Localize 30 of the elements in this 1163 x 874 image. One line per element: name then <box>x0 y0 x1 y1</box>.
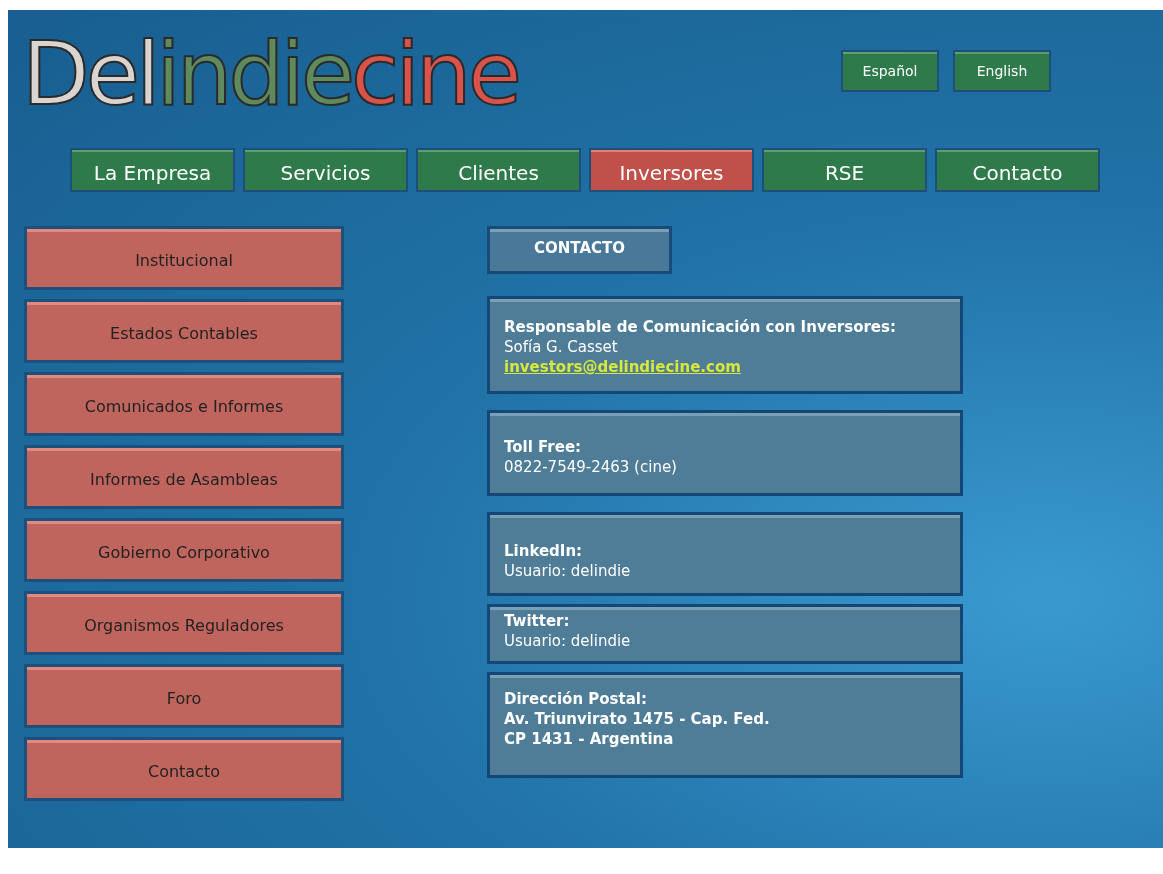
language-button[interactable]: English <box>953 50 1051 92</box>
card-heading: Toll Free: <box>504 437 582 457</box>
sidebar-item[interactable]: Informes de Asambleas <box>24 445 344 509</box>
card-text: Usuario: delindie <box>504 631 631 651</box>
card-text: 0822-7549-2463 (cine) <box>504 457 677 477</box>
nav-tab[interactable]: Contacto <box>935 148 1100 192</box>
card-heading: Twitter: <box>504 611 570 631</box>
sidebar-item[interactable]: Gobierno Corporativo <box>24 518 344 582</box>
card-heading: Av. Triunvirato 1475 - Cap. Fed. <box>504 709 770 729</box>
sidebar-item[interactable]: Contacto <box>24 737 344 801</box>
card-heading: CP 1431 - Argentina <box>504 729 674 749</box>
card-heading: LinkedIn: <box>504 541 583 561</box>
sidebar-item[interactable]: Comunicados e Informes <box>24 372 344 436</box>
section-title: CONTACTO <box>487 226 672 274</box>
sidebar-item[interactable]: Estados Contables <box>24 299 344 363</box>
language-button[interactable]: Español <box>841 50 939 92</box>
nav-tab[interactable]: Inversores <box>589 148 754 192</box>
card-text: Usuario: delindie <box>504 561 631 581</box>
sidebar-item[interactable]: Institucional <box>24 226 344 290</box>
nav-tab[interactable]: Servicios <box>243 148 408 192</box>
card-text: Sofía G. Casset <box>504 337 618 357</box>
nav-tab[interactable]: Clientes <box>416 148 581 192</box>
logo: Delindiecine <box>22 24 518 124</box>
nav-tab[interactable]: RSE <box>762 148 927 192</box>
card-heading: Responsable de Comunicación con Inversores: <box>504 317 896 337</box>
nav-tab[interactable]: La Empresa <box>70 148 235 192</box>
card-heading: Dirección Postal: <box>504 689 647 709</box>
email-link[interactable]: investors@delindiecine.com <box>504 358 741 376</box>
sidebar-item[interactable]: Organismos Reguladores <box>24 591 344 655</box>
sidebar-item[interactable]: Foro <box>24 664 344 728</box>
